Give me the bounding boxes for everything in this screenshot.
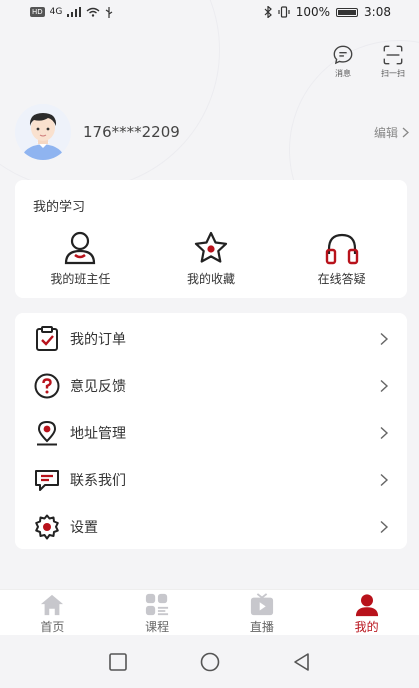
hd-indicator: HD <box>30 7 45 17</box>
favorites-button[interactable]: 我的收藏 <box>146 230 277 287</box>
bottom-tab-bar: 首页 课程 直播 我的 <box>0 589 419 635</box>
profile-header: 176****2209 编辑 <box>15 104 409 160</box>
chevron-right-icon <box>380 332 389 345</box>
tab-label-profile: 我的 <box>354 620 379 634</box>
header-background-decoration <box>0 0 419 200</box>
scan-label: 扫一扫 <box>381 69 405 78</box>
top-actions: 消息 扫一扫 <box>327 44 409 79</box>
chevron-right-icon <box>380 379 389 392</box>
vibrate-icon <box>278 6 290 18</box>
favorites-star-icon <box>194 231 228 263</box>
edit-label: 编辑 <box>373 125 398 140</box>
status-time: 3:08 <box>364 5 391 19</box>
chevron-right-icon <box>402 127 409 137</box>
battery-icon <box>336 7 359 17</box>
online-qa-label: 在线答疑 <box>317 272 366 286</box>
tab-profile[interactable]: 我的 <box>314 590 419 635</box>
question-icon <box>34 373 60 398</box>
status-right: 100% 3:08 <box>264 5 391 19</box>
avatar-image <box>15 104 71 160</box>
headphones-icon <box>325 233 358 265</box>
menu-item-settings[interactable]: 设置 <box>15 503 407 550</box>
online-qa-button[interactable]: 在线答疑 <box>276 230 407 287</box>
tab-label-live: 直播 <box>249 620 274 634</box>
menu-label-my-orders: 我的订单 <box>70 331 126 348</box>
live-tv-icon <box>250 593 273 616</box>
chat-bubble-icon <box>35 469 59 491</box>
menu-item-my-orders[interactable]: 我的订单 <box>15 315 407 362</box>
chevron-right-icon <box>380 426 389 439</box>
edit-profile-button[interactable]: 编辑 <box>374 124 409 141</box>
home-icon <box>41 594 64 616</box>
user-phone: 176****2209 <box>83 123 180 141</box>
study-items: 我的班主任 我的收藏 在线答疑 <box>15 230 407 287</box>
tab-home[interactable]: 首页 <box>0 590 105 635</box>
tab-label-courses: 课程 <box>145 620 170 634</box>
scan-icon <box>383 45 403 65</box>
order-clipboard-icon <box>36 325 58 351</box>
system-nav-bar <box>0 636 419 688</box>
back-triangle-icon[interactable] <box>291 651 313 673</box>
head-teacher-label: 我的班主任 <box>50 272 111 286</box>
home-circle-icon[interactable] <box>199 651 221 673</box>
menu-label-settings: 设置 <box>70 519 98 536</box>
message-label: 消息 <box>335 69 351 78</box>
network-type: 4G <box>49 7 63 17</box>
message-icon <box>333 45 353 65</box>
message-button[interactable]: 消息 <box>327 44 359 79</box>
study-title: 我的学习 <box>33 200 86 215</box>
settings-menu-card: 我的订单 意见反馈 地址管理 联系我们 设置 <box>15 313 407 549</box>
scan-button[interactable]: 扫一扫 <box>377 44 409 79</box>
head-teacher-button[interactable]: 我的班主任 <box>15 230 146 287</box>
menu-item-address[interactable]: 地址管理 <box>15 409 407 456</box>
recents-square-icon[interactable] <box>107 651 129 673</box>
favorites-label: 我的收藏 <box>187 272 236 286</box>
bluetooth-icon <box>264 6 272 18</box>
usb-icon <box>106 6 113 18</box>
tab-live[interactable]: 直播 <box>210 590 315 635</box>
status-bar: HD 4G 100% 3:08 <box>0 0 419 24</box>
tab-label-home: 首页 <box>40 620 65 634</box>
location-pin-icon <box>37 420 57 445</box>
signal-icon <box>67 7 82 17</box>
gear-icon <box>35 514 59 539</box>
avatar[interactable] <box>15 104 71 160</box>
menu-item-contact-us[interactable]: 联系我们 <box>15 456 407 503</box>
chevron-right-icon <box>380 520 389 533</box>
status-left: HD 4G <box>30 6 113 18</box>
menu-label-feedback: 意见反馈 <box>70 378 126 395</box>
menu-item-feedback[interactable]: 意见反馈 <box>15 362 407 409</box>
tab-courses[interactable]: 课程 <box>105 590 210 635</box>
battery-percent: 100% <box>295 5 331 19</box>
my-study-card: 我的学习 我的班主任 我的收藏 在线答疑 <box>15 180 407 298</box>
course-grid-icon <box>146 593 169 616</box>
wifi-icon <box>86 7 100 17</box>
menu-label-contact-us: 联系我们 <box>70 472 126 489</box>
menu-label-address: 地址管理 <box>70 425 126 442</box>
profile-icon <box>355 594 378 617</box>
head-teacher-icon <box>65 231 96 265</box>
chevron-right-icon <box>380 473 389 486</box>
